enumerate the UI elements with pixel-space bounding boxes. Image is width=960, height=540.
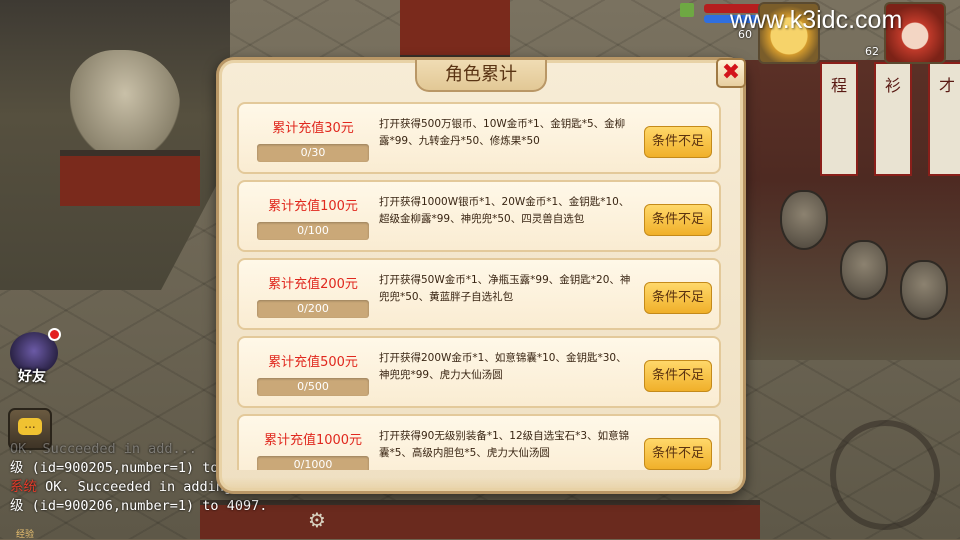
tier-label: 累计充值30元 (272, 121, 354, 136)
reward-row: 累计充值1000元 0/1000 打开获得90无级别装备*1、12级自选宝石*3… (237, 414, 721, 470)
tier-label: 累计充值500元 (268, 355, 358, 370)
reward-row: 累计充值100元 0/100 打开获得1000W银币*1、20W金币*1、金钥匙… (237, 180, 721, 252)
chat-bubble-icon: ... (18, 418, 42, 435)
temple-wall (60, 150, 200, 206)
system-tag: 系统 (10, 479, 37, 495)
buff-icon[interactable] (680, 3, 694, 17)
camp-flag: 程 (820, 62, 858, 176)
claim-button[interactable]: 条件不足 (644, 360, 712, 392)
friends-button[interactable]: 好友 (8, 328, 64, 386)
claim-button[interactable]: 条件不足 (644, 126, 712, 158)
tier-label: 累计充值200元 (268, 277, 358, 292)
chat-text: 级 (id=900205,number=1) to (10, 460, 219, 476)
reward-description: 打开获得1000W银币*1、20W金币*1、金钥匙*10、超级金柳露*99、神兜… (379, 196, 630, 225)
flag-glyph: 程 (830, 76, 847, 95)
chat-line: 级 (id=900206,number=1) to 4097. (10, 497, 310, 516)
progress-bar: 0/100 (257, 222, 369, 240)
claim-button[interactable]: 条件不足 (644, 204, 712, 236)
close-button[interactable]: ✖ (716, 58, 746, 88)
camp-flag: 衫 (874, 62, 912, 176)
claim-button[interactable]: 条件不足 (644, 282, 712, 314)
wall-shield (840, 240, 888, 300)
watermark: www.k3idc.com (730, 6, 903, 34)
reward-description: 打开获得500万银币、10W金币*1、金钥匙*5、金柳露*99、九转金丹*50、… (379, 118, 626, 147)
flag-glyph: 才 (938, 76, 955, 95)
chat-text: OK. Succeeded in add... (10, 441, 197, 457)
dialog-title: 角色累计 (415, 60, 547, 92)
reward-description: 打开获得90无级别装备*1、12级自选宝石*3、如意锦囊*5、高级内胆包*5、虎… (379, 430, 630, 459)
cumulative-recharge-dialog: 角色累计 ✖ 累计充值30元 0/30 打开获得500万银币、10W金币*1、金… (216, 57, 746, 494)
wall-shield (780, 190, 828, 250)
progress-text: 0/100 (297, 224, 329, 237)
claim-button[interactable]: 条件不足 (644, 438, 712, 470)
camp-flag: 才 (928, 62, 960, 176)
reward-list[interactable]: 累计充值30元 0/30 打开获得500万银币、10W金币*1、金钥匙*5、金柳… (237, 102, 721, 470)
tier-label: 累计充值100元 (268, 199, 358, 214)
notification-badge (48, 328, 61, 341)
dialog-bottom-border (219, 477, 743, 491)
flag-glyph: 衫 (884, 76, 901, 95)
hero-level: 62 (865, 45, 879, 58)
reward-row: 累计充值500元 0/500 打开获得200W金币*1、如意锦囊*10、金钥匙*… (237, 336, 721, 408)
exp-label: 经验 (16, 530, 35, 540)
progress-text: 0/1000 (293, 458, 333, 470)
progress-bar: 0/1000 (257, 456, 369, 470)
floor-compass (830, 420, 940, 530)
progress-bar: 0/30 (257, 144, 369, 162)
reward-description: 打开获得200W金币*1、如意锦囊*10、金钥匙*30、神兜兜*99、虎力大仙汤… (379, 352, 627, 381)
progress-text: 0/500 (297, 380, 329, 393)
progress-text: 0/200 (297, 302, 329, 315)
gear-icon[interactable]: ⚙ (308, 508, 326, 532)
tiger-statue (70, 50, 180, 160)
reward-row: 累计充值200元 0/200 打开获得50W金币*1、净瓶玉露*99、金钥匙*2… (237, 258, 721, 330)
reward-row: 累计充值30元 0/30 打开获得500万银币、10W金币*1、金钥匙*5、金柳… (237, 102, 721, 174)
chat-text: 级 (id=900206,number=1) to 4097. (10, 498, 268, 514)
progress-bar: 0/200 (257, 300, 369, 318)
tower-building (400, 0, 510, 63)
progress-bar: 0/500 (257, 378, 369, 396)
reward-description: 打开获得50W金币*1、净瓶玉露*99、金钥匙*20、神兜兜*50、黄蓝胖子自选… (379, 274, 631, 303)
friends-label: 好友 (18, 369, 46, 385)
tier-label: 累计充值1000元 (263, 433, 363, 448)
wall-shield (900, 260, 948, 320)
progress-text: 0/30 (300, 146, 326, 159)
